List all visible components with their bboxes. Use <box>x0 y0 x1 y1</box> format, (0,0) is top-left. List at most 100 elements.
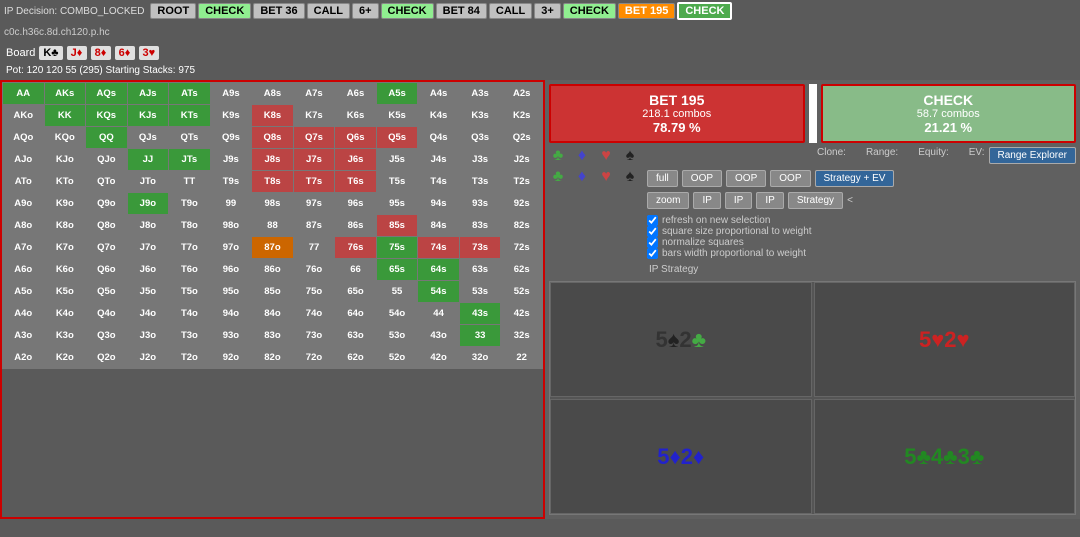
matrix-cell[interactable]: 43o <box>418 325 460 347</box>
matrix-cell[interactable]: K2s <box>501 105 543 127</box>
matrix-cell[interactable]: Q4s <box>418 127 460 149</box>
matrix-cell[interactable]: 74s <box>418 237 460 259</box>
matrix-cell[interactable]: KJs <box>127 105 169 127</box>
matrix-cell[interactable]: A2o <box>3 347 45 369</box>
matrix-cell[interactable]: A9o <box>3 193 45 215</box>
matrix-cell[interactable]: 87o <box>252 237 294 259</box>
matrix-cell[interactable]: KK <box>44 105 86 127</box>
bet84-btn[interactable]: BET 84 <box>436 3 487 19</box>
check-btn-3[interactable]: CHECK <box>563 3 616 19</box>
matrix-cell[interactable]: 98s <box>252 193 294 215</box>
board-display-3[interactable]: 5♦2♦ <box>550 399 812 514</box>
matrix-cell[interactable]: K3s <box>459 105 501 127</box>
strategy-btn[interactable]: Strategy <box>788 192 843 209</box>
bars-checkbox[interactable] <box>647 248 658 259</box>
matrix-cell[interactable]: Q8s <box>252 127 294 149</box>
matrix-cell[interactable]: 88 <box>252 215 294 237</box>
matrix-cell[interactable]: QQ <box>86 127 128 149</box>
matrix-cell[interactable]: A5o <box>3 281 45 303</box>
matrix-cell[interactable]: A8s <box>252 83 294 105</box>
matrix-cell[interactable]: 64o <box>335 303 377 325</box>
matrix-cell[interactable]: Q9o <box>86 193 128 215</box>
matrix-cell[interactable]: J2o <box>127 347 169 369</box>
matrix-cell[interactable]: J4s <box>418 149 460 171</box>
matrix-cell[interactable]: T3o <box>169 325 211 347</box>
matrix-cell[interactable]: AQs <box>86 83 128 105</box>
matrix-cell[interactable]: 72s <box>501 237 543 259</box>
matrix-cell[interactable]: 52s <box>501 281 543 303</box>
matrix-cell[interactable]: Q6s <box>335 127 377 149</box>
matrix-cell[interactable]: AQo <box>3 127 45 149</box>
matrix-cell[interactable]: 86o <box>252 259 294 281</box>
oop-btn-2[interactable]: OOP <box>726 170 766 187</box>
call-btn-1[interactable]: CALL <box>307 3 350 19</box>
matrix-cell[interactable]: T9o <box>169 193 211 215</box>
matrix-cell[interactable]: A5s <box>376 83 418 105</box>
matrix-cell[interactable]: 93o <box>210 325 252 347</box>
matrix-cell[interactable]: T2o <box>169 347 211 369</box>
matrix-cell[interactable]: ATs <box>169 83 211 105</box>
matrix-cell[interactable]: K9o <box>44 193 86 215</box>
matrix-cell[interactable]: Q5o <box>86 281 128 303</box>
refresh-checkbox[interactable] <box>647 215 658 226</box>
matrix-cell[interactable]: KQo <box>44 127 86 149</box>
matrix-cell[interactable]: Q7s <box>293 127 335 149</box>
matrix-cell[interactable]: K8o <box>44 215 86 237</box>
matrix-cell[interactable]: A8o <box>3 215 45 237</box>
square-size-checkbox[interactable] <box>647 226 658 237</box>
matrix-cell[interactable]: 73o <box>293 325 335 347</box>
matrix-cell[interactable]: 83o <box>252 325 294 347</box>
matrix-cell[interactable]: A4s <box>418 83 460 105</box>
matrix-cell[interactable]: 65s <box>376 259 418 281</box>
matrix-cell[interactable]: J6s <box>335 149 377 171</box>
matrix-cell[interactable]: Q3s <box>459 127 501 149</box>
matrix-cell[interactable]: 96o <box>210 259 252 281</box>
matrix-cell[interactable]: T4o <box>169 303 211 325</box>
6plus-btn[interactable]: 6+ <box>352 3 379 19</box>
matrix-cell[interactable]: K7o <box>44 237 86 259</box>
check-btn-1[interactable]: CHECK <box>198 3 251 19</box>
matrix-cell[interactable]: 83s <box>459 215 501 237</box>
matrix-cell[interactable]: QTs <box>169 127 211 149</box>
matrix-cell[interactable]: AJo <box>3 149 45 171</box>
matrix-cell[interactable]: A2s <box>501 83 543 105</box>
check-btn-2[interactable]: CHECK <box>381 3 434 19</box>
matrix-cell[interactable]: KTo <box>44 171 86 193</box>
matrix-cell[interactable]: 53s <box>459 281 501 303</box>
matrix-cell[interactable]: 86s <box>335 215 377 237</box>
matrix-cell[interactable]: K2o <box>44 347 86 369</box>
call-btn-2[interactable]: CALL <box>489 3 532 19</box>
matrix-cell[interactable]: K9s <box>210 105 252 127</box>
matrix-cell[interactable]: 32o <box>459 347 501 369</box>
matrix-cell[interactable]: 63s <box>459 259 501 281</box>
matrix-cell[interactable]: T7s <box>293 171 335 193</box>
matrix-cell[interactable]: Q8o <box>86 215 128 237</box>
matrix-cell[interactable]: J2s <box>501 149 543 171</box>
matrix-cell[interactable]: Q2o <box>86 347 128 369</box>
full-btn[interactable]: full <box>647 170 678 187</box>
matrix-cell[interactable]: Q2s <box>501 127 543 149</box>
matrix-cell[interactable]: J5o <box>127 281 169 303</box>
matrix-cell[interactable]: T9s <box>210 171 252 193</box>
matrix-cell[interactable]: 42o <box>418 347 460 369</box>
matrix-cell[interactable]: K6s <box>335 105 377 127</box>
matrix-cell[interactable]: Q4o <box>86 303 128 325</box>
matrix-cell[interactable]: J8o <box>127 215 169 237</box>
matrix-cell[interactable]: A7o <box>3 237 45 259</box>
matrix-cell[interactable]: 75o <box>293 281 335 303</box>
matrix-cell[interactable]: 95s <box>376 193 418 215</box>
matrix-cell[interactable]: QJs <box>127 127 169 149</box>
matrix-cell[interactable]: 52o <box>376 347 418 369</box>
heart-icon-2[interactable]: ♥ <box>597 168 615 186</box>
matrix-cell[interactable]: 93s <box>459 193 501 215</box>
matrix-cell[interactable]: T4s <box>418 171 460 193</box>
bet195-btn[interactable]: BET 195 <box>618 3 675 19</box>
matrix-cell[interactable]: Q5s <box>376 127 418 149</box>
matrix-cell[interactable]: T2s <box>501 171 543 193</box>
matrix-cell[interactable]: 62s <box>501 259 543 281</box>
matrix-cell[interactable]: AKs <box>44 83 86 105</box>
matrix-cell[interactable]: AKo <box>3 105 45 127</box>
matrix-cell[interactable]: A9s <box>210 83 252 105</box>
matrix-cell[interactable]: 82s <box>501 215 543 237</box>
strategy-ev-btn[interactable]: Strategy + EV <box>815 170 895 187</box>
